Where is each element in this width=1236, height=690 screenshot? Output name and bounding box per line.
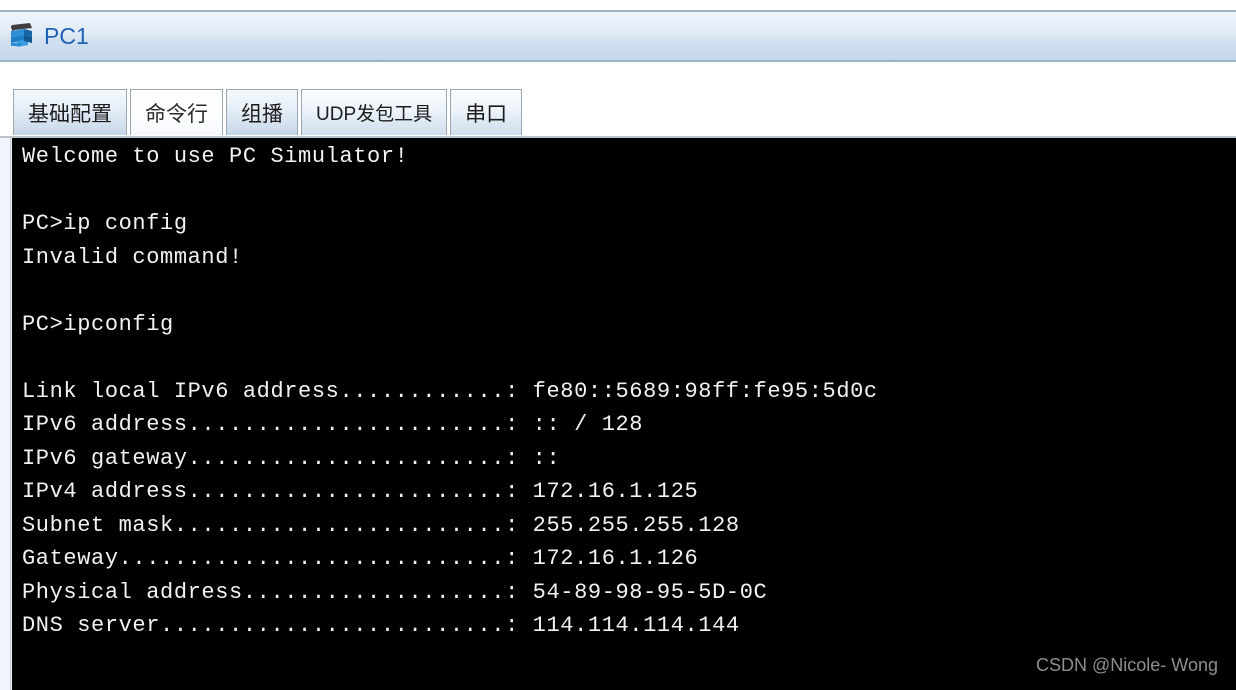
tab-command-line-label: 命令行 [145,102,208,126]
terminal-panel: Welcome to use PC Simulator! PC>ip confi… [0,138,1236,690]
watermark-label: CSDN @Nicole- Wong [1036,655,1218,675]
terminal-left-gutter [0,138,11,690]
window-titlebar: PC1 [0,12,1236,62]
tab-serial-port-label: 串口 [465,102,508,126]
tab-basic-config[interactable]: 基础配置 [13,89,127,135]
pc1-window: PC1 基础配置 命令行 组播 UDP发包工具 串口 Welcome to us… [0,0,1236,690]
tab-command-line[interactable]: 命令行 [130,89,223,135]
tab-udp-packet-tool[interactable]: UDP发包工具 [301,89,448,135]
pc-device-icon [8,20,38,52]
tab-multicast-label: 组播 [241,102,283,126]
tab-basic-config-label: 基础配置 [28,102,112,126]
tab-strip: 基础配置 命令行 组播 UDP发包工具 串口 [0,62,1236,138]
terminal-output: Welcome to use PC Simulator! PC>ip confi… [22,144,878,638]
tab-list: 基础配置 命令行 组播 UDP发包工具 串口 [13,79,525,135]
tab-udp-packet-tool-label: UDP发包工具 [316,104,433,125]
terminal-console[interactable]: Welcome to use PC Simulator! PC>ip confi… [12,138,1236,690]
window-top-strip [0,0,1236,12]
tab-serial-port[interactable]: 串口 [450,89,523,135]
tab-multicast[interactable]: 组播 [226,89,298,135]
window-title: PC1 [44,22,89,49]
